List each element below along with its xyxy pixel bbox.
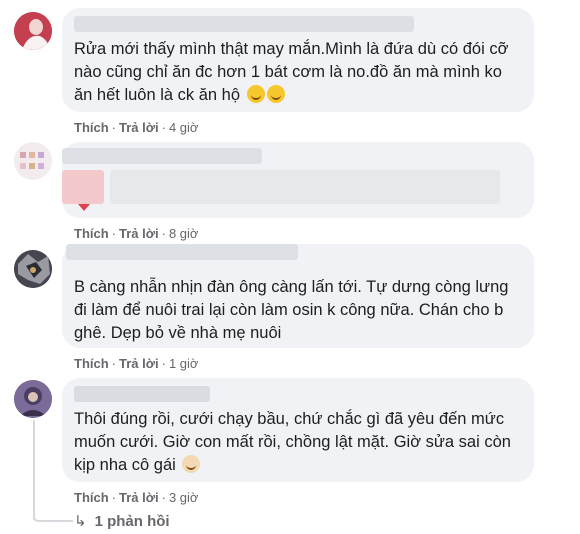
smiling-face-emoji-icon: [266, 85, 285, 103]
heart-icon: [78, 204, 90, 211]
comment-text-content: B càng nhẫn nhịn đàn ông càng lấn tới. T…: [74, 278, 514, 342]
comment-meta: Thích · Trả lời · 3 giờ: [74, 490, 199, 505]
comment-bubble: Thôi đúng rồi, cưới chạy bầu, chứ chắc g…: [62, 378, 534, 482]
reply-link[interactable]: Trả lời: [119, 356, 159, 371]
avatar[interactable]: [14, 380, 52, 418]
timestamp[interactable]: 8 giờ: [169, 226, 199, 241]
author-name-blurred[interactable]: [62, 148, 262, 164]
avatar[interactable]: [14, 12, 52, 50]
timestamp[interactable]: 4 giờ: [169, 120, 199, 135]
comment-text-content: Rửa mới thấy mình thật may mắn.Mình là đ…: [74, 40, 514, 104]
like-link[interactable]: Thích: [74, 226, 109, 241]
avatar[interactable]: [14, 250, 52, 288]
like-link[interactable]: Thích: [74, 356, 109, 371]
comment-meta: Thích · Trả lời · 8 giờ: [74, 226, 199, 241]
comment-bubble: [62, 142, 534, 218]
avatar[interactable]: [14, 142, 52, 180]
avatar-photo: [14, 142, 52, 180]
avatar-photo: [14, 380, 52, 418]
avatar-photo: [14, 12, 52, 50]
comment-bubble: Rửa mới thấy mình thật may mắn.Mình là đ…: [62, 8, 534, 112]
reply-link[interactable]: Trả lời: [119, 226, 159, 241]
author-name-blurred[interactable]: [74, 386, 210, 402]
comment-text-blurred: [110, 170, 500, 204]
timestamp[interactable]: 1 giờ: [169, 356, 199, 371]
comment-text: B càng nhẫn nhịn đàn ông càng lấn tới. T…: [74, 276, 522, 345]
comment-bubble: B càng nhẫn nhịn đàn ông càng lấn tới. T…: [62, 244, 534, 348]
view-replies-link[interactable]: ↳ 1 phản hồi: [74, 512, 170, 530]
comment-meta: Thích · Trả lời · 4 giờ: [74, 120, 199, 135]
author-name-blurred[interactable]: [66, 244, 298, 260]
comment-meta: Thích · Trả lời · 1 giờ: [74, 356, 199, 371]
timestamp[interactable]: 3 giờ: [169, 490, 199, 505]
reply-link[interactable]: Trả lời: [119, 490, 159, 505]
smiling-face-emoji-icon: [246, 85, 265, 103]
thread-connector: [33, 500, 73, 522]
flexed-biceps-emoji-icon: [182, 455, 201, 473]
author-name-blurred[interactable]: [74, 16, 414, 32]
comment-text-blurred: [62, 170, 104, 204]
comment-text-content: Thôi đúng rồi, cưới chạy bầu, chứ chắc g…: [74, 410, 516, 474]
avatar-photo: [14, 250, 52, 288]
like-link[interactable]: Thích: [74, 120, 109, 135]
like-link[interactable]: Thích: [74, 490, 109, 505]
replies-count-label: 1 phản hồi: [94, 513, 170, 530]
comment-text: Rửa mới thấy mình thật may mắn.Mình là đ…: [74, 38, 522, 107]
reply-arrow-icon: ↳: [74, 513, 87, 530]
reply-link[interactable]: Trả lời: [119, 120, 159, 135]
comment-text: Thôi đúng rồi, cưới chạy bầu, chứ chắc g…: [74, 408, 522, 477]
